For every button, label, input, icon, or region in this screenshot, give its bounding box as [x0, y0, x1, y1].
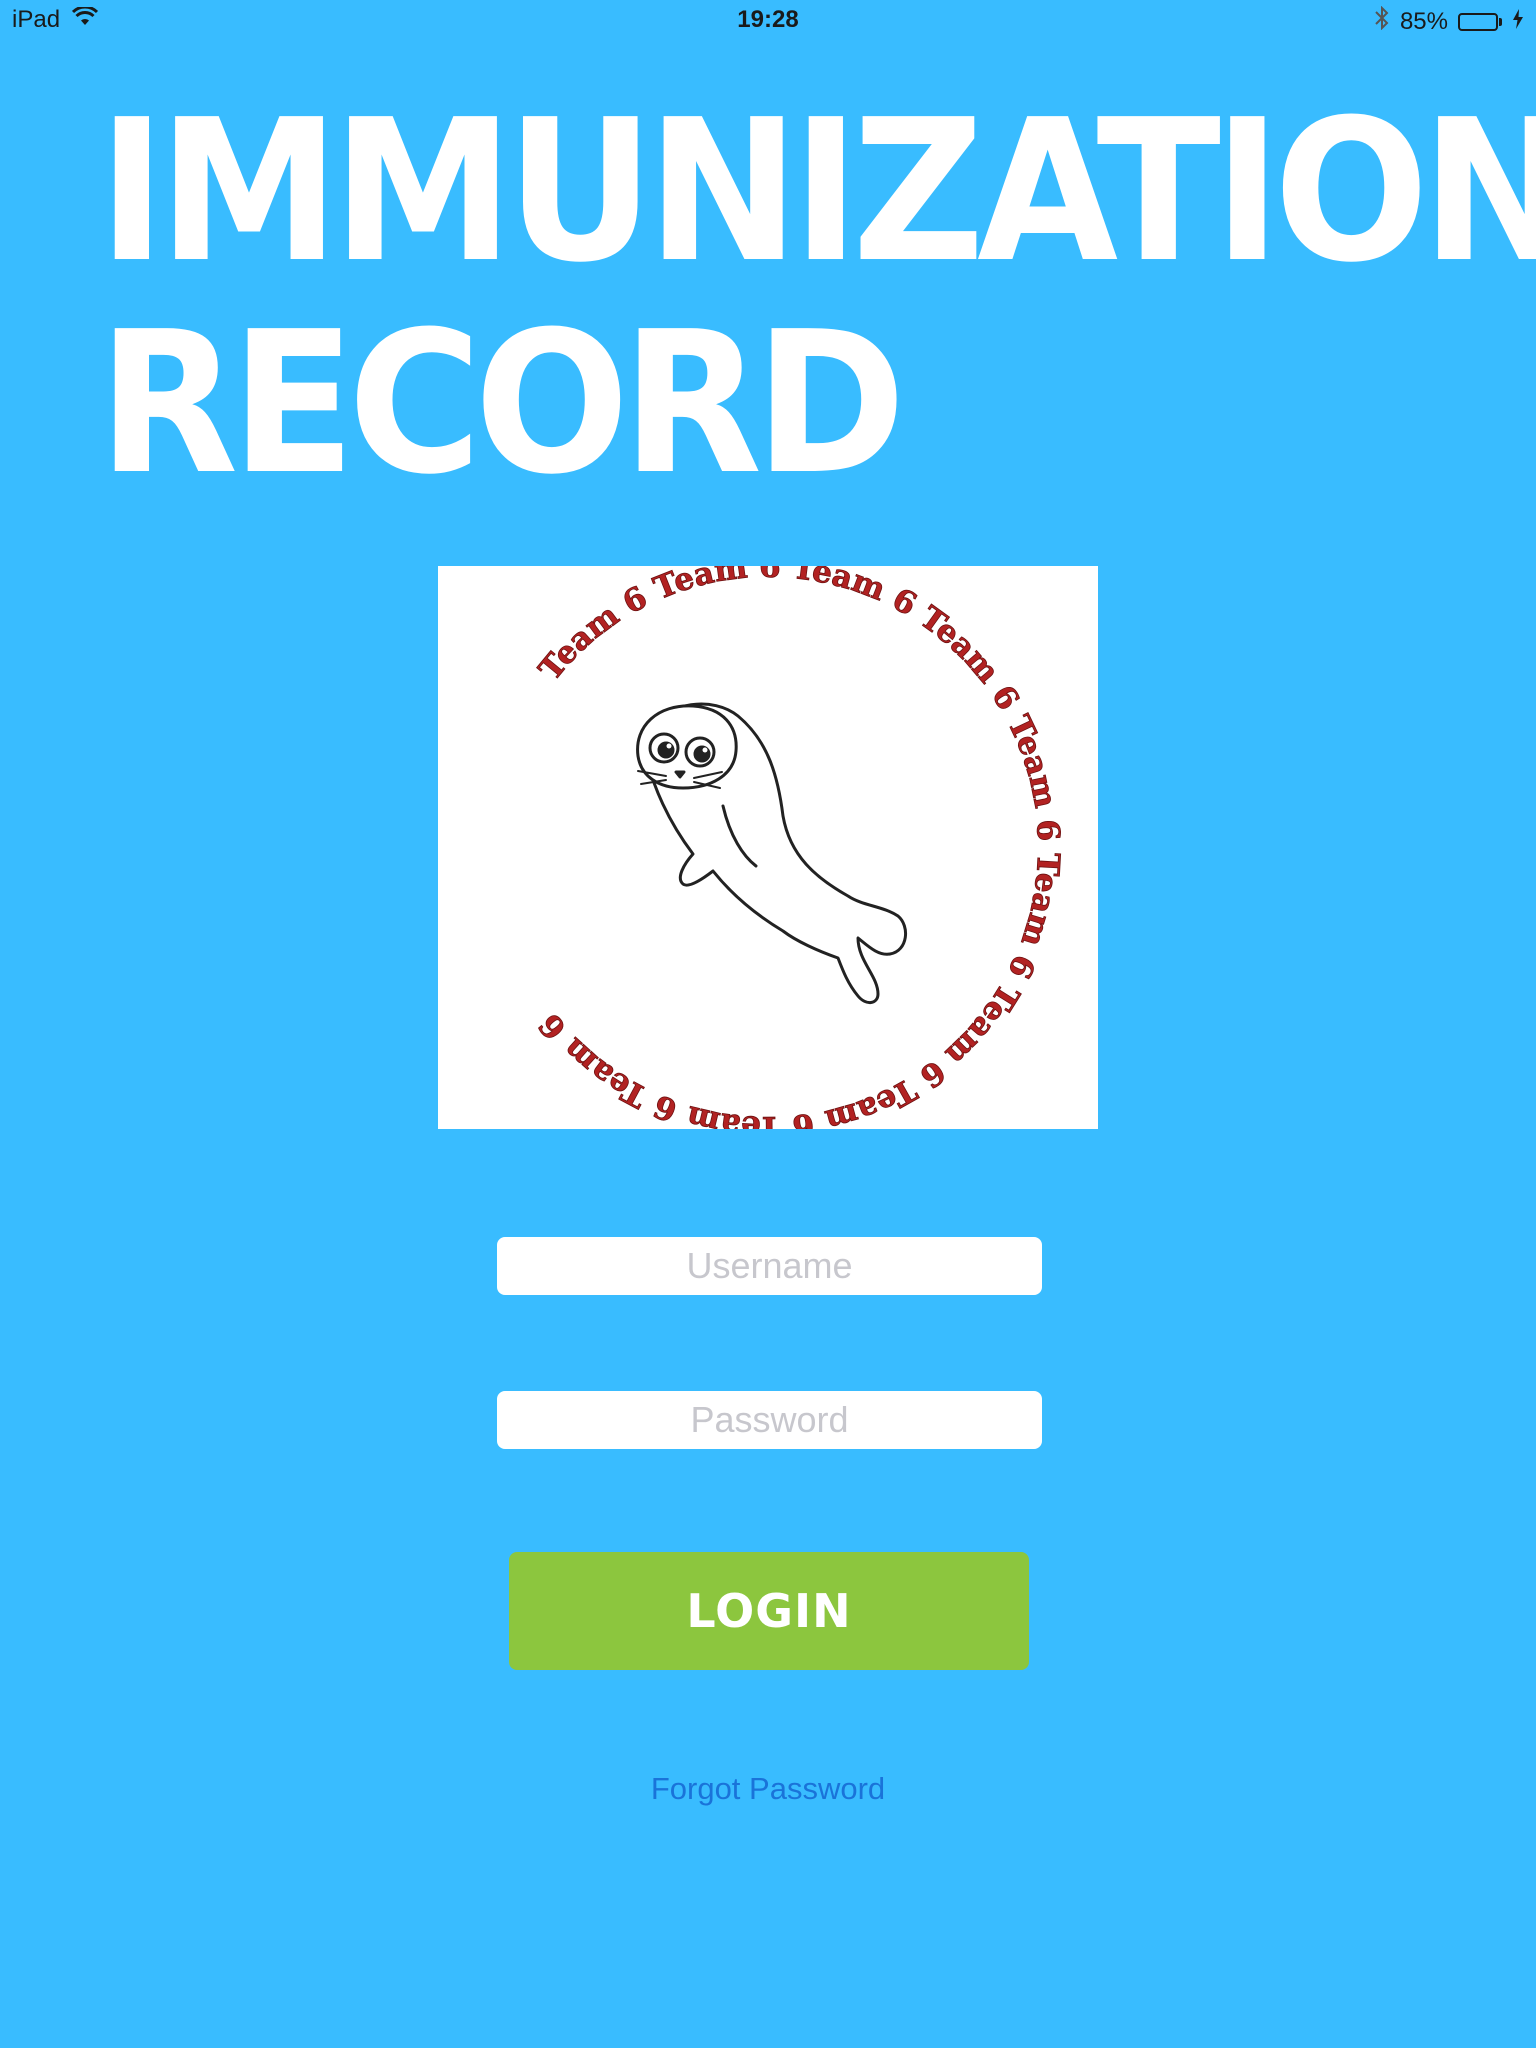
- app-title: IMMUNIZATION RECORD: [98, 86, 1536, 510]
- password-field[interactable]: [497, 1391, 1042, 1449]
- app-title-line1: IMMUNIZATION: [98, 78, 1536, 306]
- battery-icon: [1458, 12, 1502, 31]
- seal-icon: [636, 702, 907, 1004]
- login-button[interactable]: LOGIN: [509, 1552, 1029, 1670]
- bluetooth-icon: [1374, 5, 1390, 37]
- charging-icon: [1512, 8, 1524, 36]
- app-title-line2: RECORD: [98, 290, 906, 518]
- status-time: 19:28: [737, 6, 799, 33]
- forgot-password-link[interactable]: Forgot Password: [0, 1771, 1536, 1807]
- status-bar: iPad 19:28 85%: [0, 0, 1536, 40]
- battery-percent: 85%: [1399, 7, 1448, 35]
- status-right: 85%: [1374, 5, 1524, 37]
- username-field[interactable]: [497, 1237, 1042, 1295]
- logo-ring-text: Team 6 Team 6 Team 6 Team 6 Team 6 Team …: [532, 566, 1066, 1129]
- team-logo: Team 6 Team 6 Team 6 Team 6 Team 6 Team …: [438, 566, 1098, 1129]
- team-logo-image: Team 6 Team 6 Team 6 Team 6 Team 6 Team …: [532, 566, 1067, 1129]
